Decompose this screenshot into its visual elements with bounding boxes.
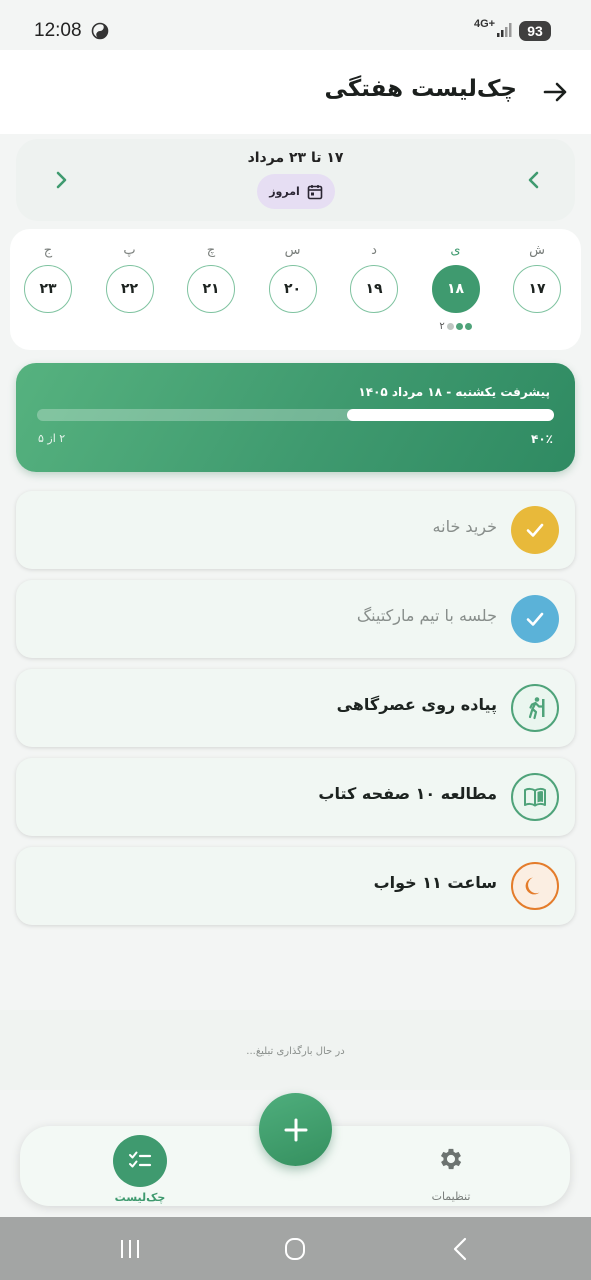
gear-icon <box>440 1148 462 1170</box>
progress-bar-fill <box>347 409 554 421</box>
nav-settings[interactable]: تنظیمات <box>424 1145 478 1203</box>
moon-icon[interactable] <box>511 862 559 910</box>
task-status-dot <box>455 323 463 330</box>
task-label: مطالعه ۱۰ صفحه کتاب <box>318 784 497 803</box>
task-item[interactable]: پیاده روی عصرگاهی <box>16 669 575 747</box>
day-letter: ش <box>529 243 545 258</box>
task-label: پیاده روی عصرگاهی <box>336 695 497 714</box>
day-number: ۲۲ <box>105 265 154 313</box>
system-back-icon[interactable] <box>446 1237 476 1261</box>
day-6[interactable]: ج ۲۳ <box>18 229 78 350</box>
day-task-dots: ۲ <box>426 321 486 332</box>
day-letter: د <box>371 243 377 258</box>
sync-status-icon <box>91 22 109 40</box>
task-item[interactable]: ساعت ۱۱ خواب <box>16 847 575 925</box>
network-type: 4G+ <box>474 18 496 30</box>
home-icon[interactable] <box>280 1237 310 1261</box>
day-number: ۲۳ <box>24 265 72 313</box>
week-days-strip: ش ۱۷ ی ۱۸ ۲ د ۱۹ س ۲۰ چ ۲۱ پ ۲۲ ج ۲۳ <box>10 229 581 350</box>
day-letter: چ <box>206 243 216 258</box>
add-task-button[interactable] <box>259 1093 332 1166</box>
progress-title: پیشرفت یکشنبه - ۱۸ مرداد ۱۴۰۵ <box>358 385 550 399</box>
task-item[interactable]: خرید خانه <box>16 491 575 569</box>
task-label: جلسه با تیم مارکتینگ <box>356 606 497 625</box>
ad-banner: در حال بارگذاری تبلیغ... <box>0 1010 591 1090</box>
book-icon[interactable] <box>511 773 559 821</box>
battery-indicator: 93 <box>519 21 551 41</box>
back-arrow-icon[interactable] <box>541 78 569 106</box>
ad-loading-text: در حال بارگذاری تبلیغ... <box>246 1046 345 1057</box>
calendar-icon <box>307 184 323 199</box>
day-letter: ج <box>43 243 53 258</box>
task-item[interactable]: مطالعه ۱۰ صفحه کتاب <box>16 758 575 836</box>
day-number: ۱۹ <box>350 265 398 313</box>
today-label: امروز <box>269 185 300 198</box>
day-5[interactable]: پ ۲۲ <box>100 229 160 350</box>
nav-checklist[interactable]: چک‌لیست <box>113 1135 167 1204</box>
status-time: 12:08 <box>34 20 82 41</box>
day-3[interactable]: س ۲۰ <box>263 229 323 350</box>
task-label: ساعت ۱۱ خواب <box>373 873 497 892</box>
status-bar: 12:08 4G+ 93 <box>0 0 591 50</box>
task-status-dot <box>446 323 454 330</box>
week-navigator: ۱۷ تا ۲۳ مرداد امروز <box>16 139 575 221</box>
day-letter: پ <box>123 243 136 258</box>
day-task-count: ۲ <box>439 321 445 332</box>
day-0[interactable]: ش ۱۷ <box>507 229 567 350</box>
app-header: چک‌لیست هفتگی <box>0 50 591 134</box>
day-number: ۲۰ <box>268 265 317 313</box>
day-4[interactable]: چ ۲۱ <box>181 229 241 350</box>
plus-icon <box>284 1118 307 1141</box>
day-letter: ی <box>450 243 461 258</box>
day-letter: س <box>284 243 301 258</box>
nav-checklist-label: چک‌لیست <box>114 1191 166 1204</box>
week-range-label: ۱۷ تا ۲۳ مرداد <box>247 150 344 166</box>
progress-bar <box>37 409 554 421</box>
day-2[interactable]: د ۱۹ <box>344 229 404 350</box>
nav-settings-label: تنظیمات <box>431 1190 471 1203</box>
task-status-dot <box>464 323 472 330</box>
task-label: خرید خانه <box>432 517 497 536</box>
previous-week-chevron-icon[interactable] <box>521 167 547 193</box>
progress-percent: ۴۰٪ <box>531 432 553 446</box>
task-item[interactable]: جلسه با تیم مارکتینگ <box>16 580 575 658</box>
task-done-check-icon[interactable] <box>511 506 559 554</box>
task-done-check-icon[interactable] <box>511 595 559 643</box>
recent-apps-icon[interactable] <box>115 1237 145 1261</box>
day-number: ۱۷ <box>513 265 561 313</box>
day-1[interactable]: ی ۱۸ ۲ <box>426 229 486 350</box>
day-number: ۱۸ <box>431 265 480 313</box>
signal-icon <box>497 23 512 37</box>
progress-count: ۲ از ۵ <box>38 432 66 445</box>
day-number: ۲۱ <box>187 265 235 313</box>
daily-progress-card: پیشرفت یکشنبه - ۱۸ مرداد ۱۴۰۵ ۴۰٪ ۲ از ۵ <box>16 363 575 472</box>
walking-icon[interactable] <box>511 684 559 732</box>
next-week-chevron-icon[interactable] <box>48 167 74 193</box>
page-title: چک‌لیست هفتگی <box>324 76 517 102</box>
today-button[interactable]: امروز <box>257 174 335 209</box>
checklist-icon <box>113 1135 167 1187</box>
system-navigation-bar <box>0 1217 591 1280</box>
